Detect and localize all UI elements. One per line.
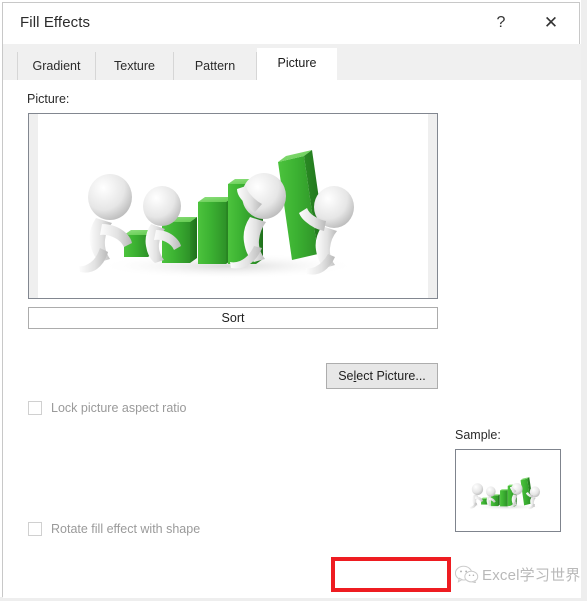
tab-texture[interactable]: Texture <box>96 52 174 82</box>
picture-label: Picture: <box>27 92 70 106</box>
sample-preview-image <box>459 467 559 516</box>
dialog-footer: Cancel OK <box>3 559 581 598</box>
picture-preview-image <box>38 114 428 298</box>
sample-label: Sample: <box>455 428 501 442</box>
sample-preview-frame <box>455 449 561 532</box>
tab-picture[interactable]: Picture <box>257 48 337 83</box>
page-background-right <box>581 0 587 601</box>
dialog-titlebar: Fill Effects ? ✕ <box>3 3 579 44</box>
tab-strip: Gradient Texture Pattern Picture <box>3 44 581 83</box>
ok-button-highlight-annotation <box>331 557 451 592</box>
help-icon[interactable]: ? <box>486 10 516 36</box>
screenshot-root: Fill Effects ? ✕ Gradient Texture Patter… <box>0 0 587 601</box>
select-picture-label-post: ect Picture... <box>356 369 426 383</box>
checkbox-icon[interactable] <box>28 401 42 415</box>
select-picture-label-pre: Se <box>338 369 354 383</box>
checkbox-icon[interactable] <box>28 522 42 536</box>
select-picture-button[interactable]: Select Picture... <box>326 363 438 389</box>
close-icon[interactable]: ✕ <box>536 10 566 36</box>
picture-tab-panel: Picture: Sort Select Picture... Lock pic… <box>3 81 581 559</box>
dialog-title: Fill Effects <box>20 14 91 31</box>
tab-gradient[interactable]: Gradient <box>17 52 96 82</box>
lock-picture-aspect-ratio-label: Lock picture aspect ratio <box>51 401 187 415</box>
rotate-fill-effect-label: Rotate fill effect with shape <box>51 522 201 536</box>
tab-pattern[interactable]: Pattern <box>174 52 257 82</box>
preview-letterbox-left <box>29 114 38 298</box>
bar-3 <box>198 197 233 264</box>
fill-effects-dialog: Fill Effects ? ✕ Gradient Texture Patter… <box>2 2 581 598</box>
sort-button[interactable]: Sort <box>28 307 438 329</box>
picture-preview-frame[interactable] <box>28 113 438 299</box>
preview-letterbox-right <box>428 114 437 298</box>
